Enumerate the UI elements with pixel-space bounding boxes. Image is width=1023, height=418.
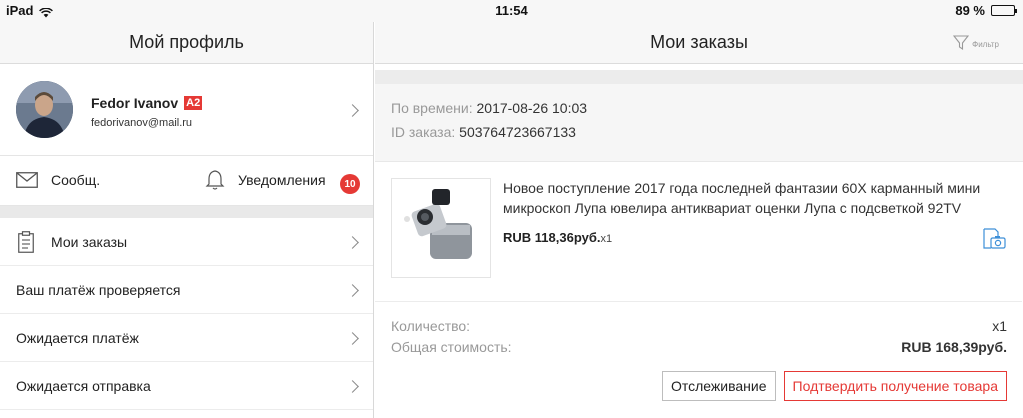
total-label: Общая стоимость: — [391, 339, 512, 355]
order-summary: Количество: x1 Общая стоимость: RUB 168,… — [375, 302, 1023, 356]
messages-link[interactable]: Сообщ. — [51, 172, 100, 188]
funnel-icon — [952, 35, 970, 53]
profile-name: Fedor Ivanov — [91, 95, 179, 111]
total-value: RUB 168,39руб. — [901, 339, 1007, 355]
quantity-label: Количество: — [391, 318, 471, 334]
clipboard-icon — [18, 231, 34, 258]
order-id-value: 503764723667133 — [459, 124, 576, 140]
level-badge: A2 — [184, 96, 203, 110]
profile-email: fedorivanov@mail.ru — [91, 117, 193, 129]
avatar[interactable] — [16, 81, 73, 138]
product-thumbnail[interactable] — [391, 178, 491, 278]
clock: 11:54 — [495, 3, 528, 18]
list-top-divider — [375, 70, 1023, 84]
product-title[interactable]: Новое поступление 2017 года последней фа… — [503, 178, 1013, 218]
order-time-label: По времени: — [391, 100, 473, 116]
total-row: Общая стоимость: RUB 168,39руб. — [391, 339, 1007, 355]
profile-panel: Мой профиль Fedor Ivanov A2 fedorivanov@… — [0, 22, 374, 418]
filter-button[interactable]: Фильтр — [952, 35, 999, 53]
battery-percent: 89 % — [955, 3, 985, 18]
orders-title: Мои заказы — [650, 32, 748, 52]
confirm-receipt-button[interactable]: Подтвердить получение товара — [783, 371, 1007, 401]
section-divider — [0, 206, 373, 218]
messages-notifications-row: Сообщ. Уведомления 10 — [0, 156, 373, 206]
chevron-right-icon — [346, 236, 359, 249]
chevron-right-icon — [346, 380, 359, 393]
menu-item-awaiting-shipment[interactable]: Ожидается отправка — [0, 362, 373, 410]
notifications-count-badge: 10 — [340, 174, 360, 194]
mail-icon[interactable] — [16, 172, 38, 193]
quantity-value: x1 — [992, 318, 1007, 334]
chevron-right-icon — [346, 104, 359, 117]
profile-name-row: Fedor Ivanov A2 — [91, 95, 203, 111]
chevron-right-icon — [346, 332, 359, 345]
snapshot-camera-icon[interactable] — [982, 228, 1006, 255]
orders-nav-bar: Мои заказы Фильтр — [375, 22, 1023, 64]
quantity-row: Количество: x1 — [391, 318, 1007, 334]
order-actions: Отслеживание Подтвердить получение товар… — [661, 371, 1007, 401]
menu-item-label: Мои заказы — [51, 234, 128, 250]
menu-item-label: Ваш платёж проверяется — [16, 282, 181, 298]
product-price: RUB 118,36руб. — [503, 230, 601, 245]
menu-item-awaiting-payment[interactable]: Ожидается платёж — [0, 314, 373, 362]
menu-item-label: Ожидается отправка — [16, 378, 151, 394]
chevron-right-icon — [346, 284, 359, 297]
menu-item-my-orders[interactable]: Мои заказы — [0, 218, 373, 266]
filter-label: Фильтр — [972, 39, 999, 49]
order-time-row: По времени: 2017-08-26 10:03 — [391, 100, 587, 116]
profile-card[interactable]: Fedor Ivanov A2 fedorivanov@mail.ru — [0, 64, 373, 156]
order-product[interactable]: Новое поступление 2017 года последней фа… — [375, 162, 1022, 302]
profile-title: Мой профиль — [129, 32, 244, 52]
menu-item-payment-checking[interactable]: Ваш платёж проверяется — [0, 266, 373, 314]
order-header: По времени: 2017-08-26 10:03 ID заказа: … — [375, 84, 1023, 162]
menu-item-label: Ожидается платёж — [16, 330, 139, 346]
track-button[interactable]: Отслеживание — [661, 371, 776, 401]
product-price-row: RUB 118,36руб.x1 — [503, 230, 612, 245]
profile-nav-bar: Мой профиль — [0, 22, 373, 64]
bell-icon[interactable] — [205, 169, 225, 196]
order-time-value: 2017-08-26 10:03 — [476, 100, 588, 116]
orders-panel: Мои заказы Фильтр По времени: 2017-08-26… — [375, 22, 1023, 418]
order-id-row: ID заказа: 503764723667133 — [391, 124, 576, 140]
order-id-label: ID заказа: — [391, 124, 456, 140]
battery-icon — [991, 5, 1017, 16]
product-quantity: x1 — [600, 233, 613, 245]
notifications-link[interactable]: Уведомления — [238, 172, 326, 188]
status-bar: iPad 11:54 89 % — [0, 0, 1023, 22]
